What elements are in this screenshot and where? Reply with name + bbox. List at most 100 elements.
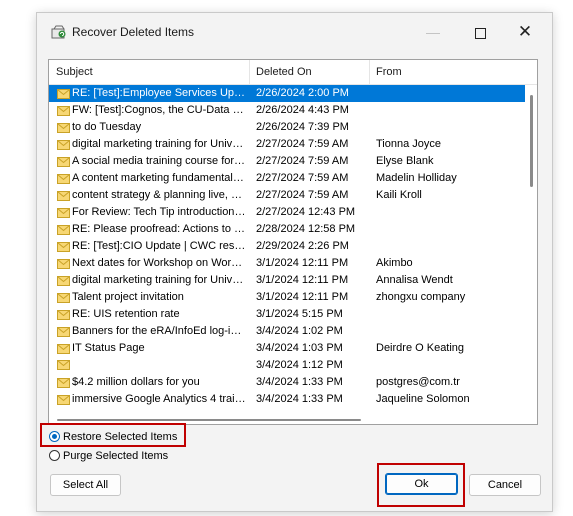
subject-cell: IT Status Page xyxy=(57,340,247,357)
table-row[interactable]: A content marketing fundamental… 2/27/202… xyxy=(49,170,525,187)
envelope-icon xyxy=(57,207,70,218)
envelope-icon xyxy=(57,190,70,201)
envelope-icon xyxy=(57,122,70,133)
list-rows: RE: [Test]:Employee Services Upd… 2/26/20… xyxy=(49,85,525,408)
subject-cell: $4.2 million dollars for you xyxy=(57,374,247,391)
envelope-icon xyxy=(57,359,70,371)
subject-cell: For Review: Tech Tip introduction … xyxy=(57,204,247,221)
from-cell xyxy=(376,238,521,255)
column-header-from[interactable]: From xyxy=(369,60,525,84)
subject-text: RE: [Test]:CIO Update | CWC res… xyxy=(72,240,246,252)
deleted-on-cell: 2/27/2024 7:59 AM xyxy=(256,189,349,201)
subject-text: to do Tuesday xyxy=(72,121,142,133)
table-row[interactable]: IT Status Page 3/4/2024 1:03 PM Deirdre O … xyxy=(49,340,525,357)
envelope-icon xyxy=(57,139,70,150)
from-cell xyxy=(376,357,521,374)
subject-cell: RE: UIS retention rate xyxy=(57,306,247,323)
subject-cell: Talent project invitation xyxy=(57,289,247,306)
deleted-on-cell: 2/27/2024 7:59 AM xyxy=(256,155,349,167)
maximize-icon[interactable] xyxy=(468,21,492,43)
subject-text: Talent project invitation xyxy=(72,291,184,303)
from-cell xyxy=(376,221,521,238)
table-row[interactable]: For Review: Tech Tip introduction … 2/27/… xyxy=(49,204,525,221)
from-cell xyxy=(376,204,521,221)
recover-deleted-items-dialog: Recover Deleted Items — ✕ Subject Delete… xyxy=(36,12,553,512)
column-header-subject[interactable]: Subject xyxy=(49,60,249,84)
from-cell xyxy=(376,85,521,102)
from-cell xyxy=(376,102,521,119)
deleted-on-cell: 2/27/2024 7:59 AM xyxy=(256,172,349,184)
table-row[interactable]: 3/4/2024 1:12 PM xyxy=(49,357,525,374)
envelope-icon xyxy=(57,292,70,303)
envelope-icon xyxy=(57,309,70,320)
subject-cell: A social media training course for … xyxy=(57,153,247,170)
column-header-deleted-on[interactable]: Deleted On xyxy=(249,60,369,84)
table-row[interactable]: digital marketing training for Unive… 2/2… xyxy=(49,136,525,153)
envelope-icon xyxy=(57,88,70,99)
envelope-icon xyxy=(57,326,70,337)
subject-text: Banners for the eRA/InfoEd log-in… xyxy=(72,325,246,337)
deleted-on-cell: 2/28/2024 12:58 PM xyxy=(256,223,356,235)
subject-text: RE: Please proofread: Actions to t… xyxy=(72,223,246,235)
window-title: Recover Deleted Items xyxy=(72,25,195,39)
subject-cell: Banners for the eRA/InfoEd log-in… xyxy=(57,323,247,340)
subject-text: content strategy & planning live, … xyxy=(72,189,242,201)
from-cell: Elyse Blank xyxy=(376,155,434,167)
table-row[interactable]: A social media training course for … 2/27… xyxy=(49,153,525,170)
table-row[interactable]: content strategy & planning live, … 2/27/… xyxy=(49,187,525,204)
deleted-on-cell: 3/4/2024 1:33 PM xyxy=(256,376,343,388)
table-row[interactable]: FW: [Test]:Cognos, the CU-Data … 2/26/202… xyxy=(49,102,525,119)
cancel-button[interactable]: Cancel xyxy=(469,474,541,496)
table-row[interactable]: digital marketing training for Unive… 3/1… xyxy=(49,272,525,289)
recover-app-icon xyxy=(51,25,66,39)
from-cell: Deirdre O Keating xyxy=(376,342,465,354)
envelope-icon xyxy=(57,224,70,235)
close-icon[interactable]: ✕ xyxy=(513,21,537,43)
list-header: Subject Deleted On From xyxy=(49,60,537,85)
table-row[interactable]: Talent project invitation 3/1/2024 12:11 … xyxy=(49,289,525,306)
from-cell: Kaili Kroll xyxy=(376,189,422,201)
subject-cell: RE: [Test]:Employee Services Upd… xyxy=(57,85,247,102)
subject-cell: digital marketing training for Unive… xyxy=(57,136,247,153)
from-cell: Annalisa Wendt xyxy=(376,274,453,286)
table-row[interactable]: RE: Please proofread: Actions to t… 2/28/… xyxy=(49,221,525,238)
deleted-on-cell: 2/26/2024 2:00 PM xyxy=(256,87,349,99)
subject-cell: to do Tuesday xyxy=(57,119,247,136)
table-row[interactable]: $4.2 million dollars for you 3/4/2024 1:3… xyxy=(49,374,525,391)
deleted-on-cell: 3/4/2024 1:03 PM xyxy=(256,342,343,354)
vertical-scroll-thumb[interactable] xyxy=(530,95,533,187)
table-row[interactable]: RE: [Test]:Employee Services Upd… 2/26/20… xyxy=(49,85,525,102)
deleted-on-cell: 2/27/2024 7:59 AM xyxy=(256,138,349,150)
from-cell: zhongxu company xyxy=(376,291,466,303)
table-row[interactable]: immersive Google Analytics 4 train… 3/4/2… xyxy=(49,391,525,408)
from-cell: Akimbo xyxy=(376,257,413,269)
from-cell: Jaqueline Solomon xyxy=(376,393,470,405)
deleted-on-cell: 3/1/2024 12:11 PM xyxy=(256,274,349,286)
select-all-button[interactable]: Select All xyxy=(50,474,121,496)
purge-radio[interactable] xyxy=(49,450,60,461)
deleted-items-list[interactable]: Subject Deleted On From RE: [Test]:Emplo… xyxy=(48,59,538,425)
table-row[interactable]: Banners for the eRA/InfoEd log-in… 3/4/20… xyxy=(49,323,525,340)
deleted-on-cell: 3/4/2024 1:02 PM xyxy=(256,325,343,337)
from-cell xyxy=(376,323,521,340)
envelope-icon xyxy=(57,173,70,184)
vertical-scrollbar[interactable] xyxy=(525,85,537,424)
subject-text: Next dates for Workshop on Work… xyxy=(72,257,246,269)
subject-cell: immersive Google Analytics 4 train… xyxy=(57,391,247,408)
envelope-icon xyxy=(57,394,70,405)
deleted-on-cell: 2/29/2024 2:26 PM xyxy=(256,240,349,252)
table-row[interactable]: to do Tuesday 2/26/2024 7:39 PM xyxy=(49,119,525,136)
subject-text: A content marketing fundamental… xyxy=(72,172,244,184)
envelope-icon xyxy=(57,156,70,167)
from-cell: postgres@com.tr xyxy=(376,376,460,388)
horizontal-scroll-thumb[interactable] xyxy=(57,419,361,421)
ok-button[interactable]: Ok xyxy=(385,473,458,495)
minimize-icon[interactable]: — xyxy=(421,21,445,43)
table-row[interactable]: Next dates for Workshop on Work… 3/1/2024… xyxy=(49,255,525,272)
table-row[interactable]: RE: [Test]:CIO Update | CWC res… 2/29/202… xyxy=(49,238,525,255)
deleted-on-cell: 3/1/2024 12:11 PM xyxy=(256,257,349,269)
subject-cell: A content marketing fundamental… xyxy=(57,170,247,187)
subject-text: immersive Google Analytics 4 train… xyxy=(72,393,246,405)
purge-label: Purge Selected Items xyxy=(63,450,169,462)
table-row[interactable]: RE: UIS retention rate 3/1/2024 5:15 PM xyxy=(49,306,525,323)
